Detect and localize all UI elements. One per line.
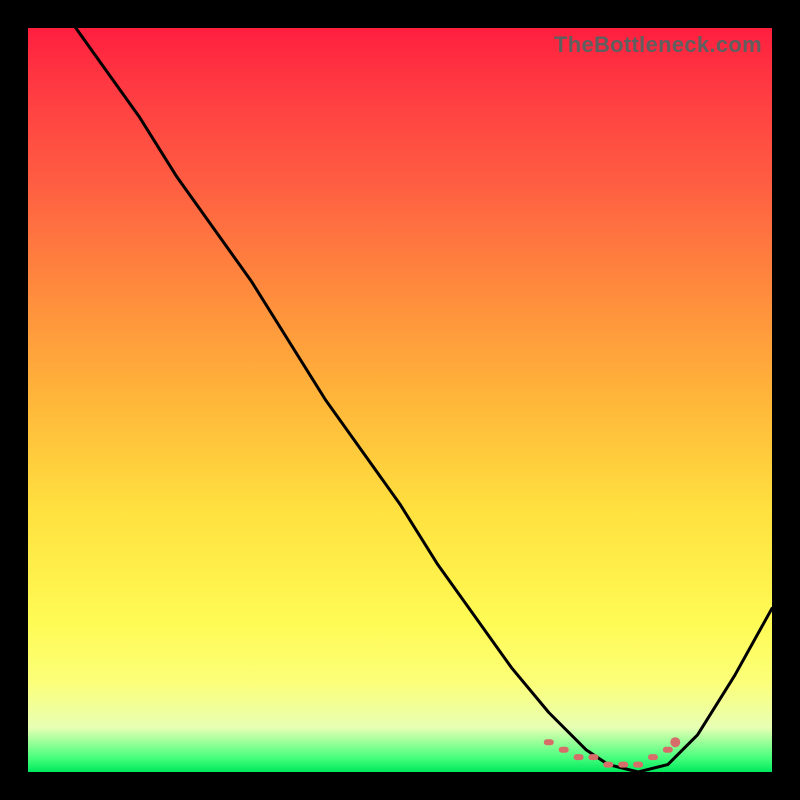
marker-dash bbox=[544, 739, 554, 745]
marker-dash bbox=[559, 747, 569, 753]
marker-dash bbox=[618, 762, 628, 768]
chart-frame: TheBottleneck.com bbox=[0, 0, 800, 800]
curve-layer bbox=[28, 28, 772, 772]
bottleneck-curve bbox=[28, 28, 772, 772]
marker-dash bbox=[633, 762, 643, 768]
watermark-text: TheBottleneck.com bbox=[554, 32, 762, 58]
marker-dash bbox=[588, 754, 598, 760]
plot-area: TheBottleneck.com bbox=[28, 28, 772, 772]
optimal-range-markers bbox=[544, 737, 681, 767]
marker-end-dot bbox=[670, 737, 680, 747]
marker-dash bbox=[663, 747, 673, 753]
marker-dash bbox=[574, 754, 584, 760]
marker-dash bbox=[648, 754, 658, 760]
marker-dash bbox=[603, 762, 613, 768]
